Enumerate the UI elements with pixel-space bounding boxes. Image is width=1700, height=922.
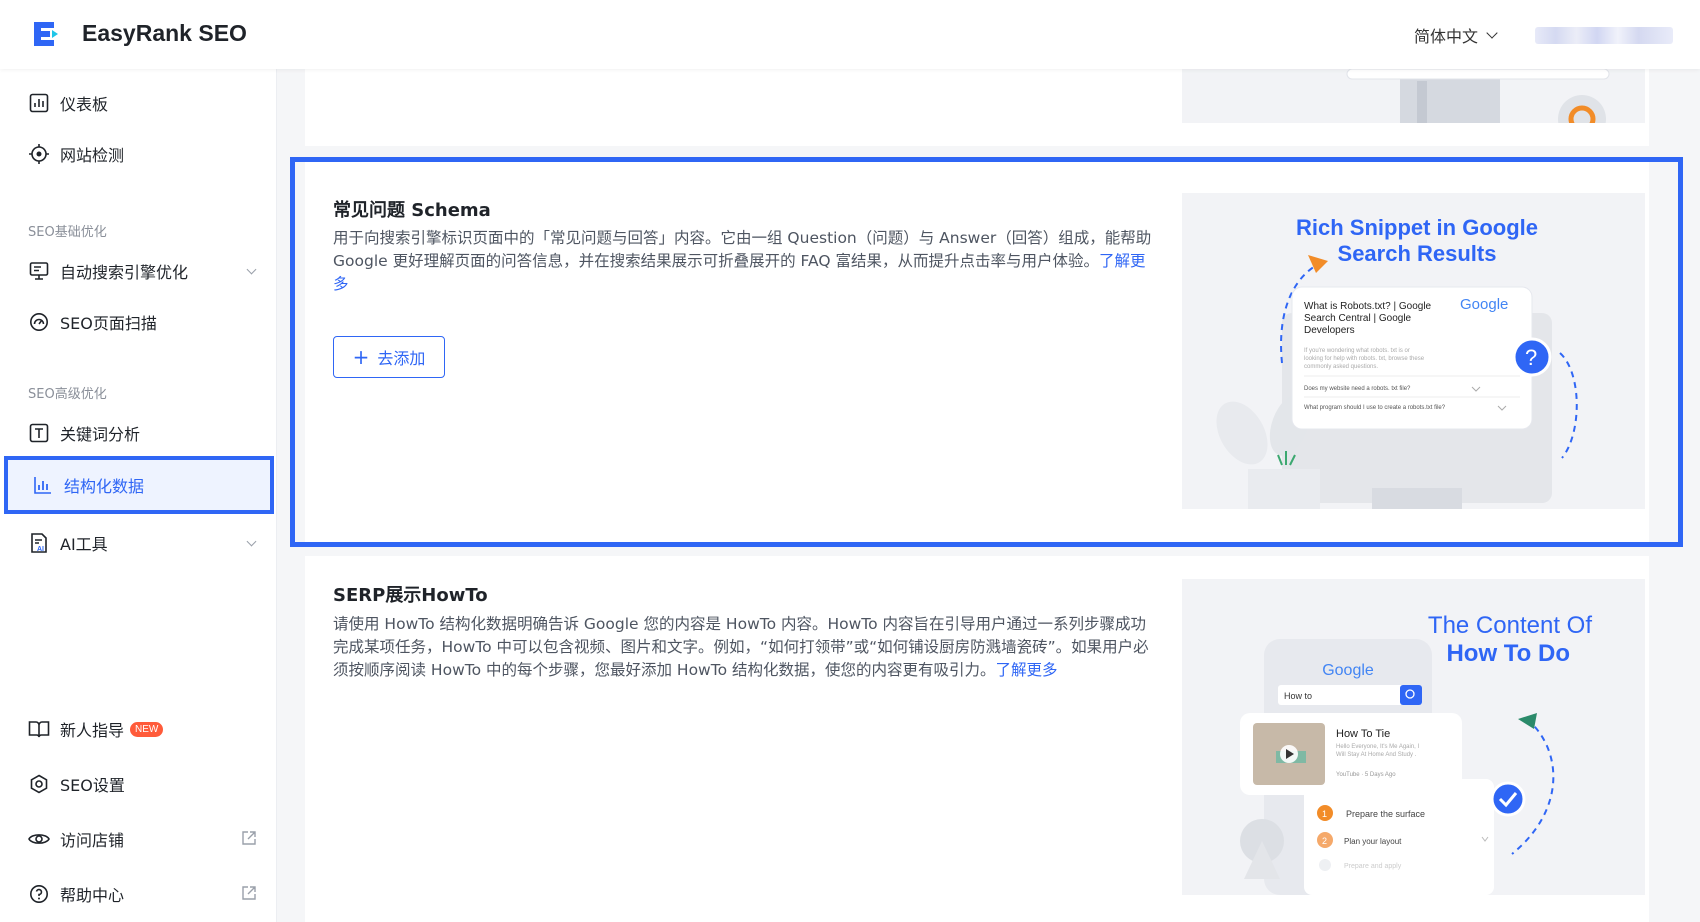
eye-icon	[28, 828, 50, 850]
language-label: 简体中文	[1414, 27, 1479, 46]
step-3: Prepare and apply	[1344, 863, 1402, 870]
previous-card-illustration	[1182, 69, 1645, 123]
card-title: SERP展示HowTo	[333, 585, 488, 606]
sidebar-item-label: AI工具	[60, 535, 108, 554]
howto-rich-result-illustration: Google How to 1 Prepare the surface 2 Pl…	[1240, 612, 1592, 895]
sidebar-item-label: 仪表板	[60, 95, 109, 114]
sidebar-item-site-check[interactable]: 网站检测	[0, 129, 277, 179]
card-description: 用于向搜索引擎标识页面中的「常见问题与回答」内容。它由一组 Question（问…	[333, 227, 1153, 296]
sidebar-item-help-center[interactable]: 帮助中心	[0, 869, 277, 919]
video-meta: YouTube · 5 Days Ago	[1336, 772, 1396, 778]
card-title: 常见问题 Schema	[333, 200, 491, 221]
sidebar-item-label: SEO页面扫描	[60, 314, 157, 333]
video-title: How To Tie	[1336, 728, 1390, 740]
add-button[interactable]: + 去添加	[333, 336, 445, 378]
text-box-icon	[28, 422, 50, 444]
sidebar-item-auto-seo[interactable]: 自动搜索引擎优化	[0, 246, 277, 296]
phone-search-text: How to	[1284, 691, 1312, 701]
sidebar-item-label: 网站检测	[60, 146, 125, 165]
sidebar-item-label: 访问店铺	[60, 831, 125, 850]
description-text: 用于向搜索引擎标识页面中的「常见问题与回答」内容。它由一组 Question（问…	[333, 229, 1152, 270]
svg-text:1: 1	[1322, 809, 1327, 819]
ai-doc-icon: AI	[28, 532, 50, 554]
chevron-down-icon	[246, 264, 257, 275]
user-account-blurred[interactable]	[1535, 27, 1673, 44]
howto-illustration: Google How to 1 Prepare the surface 2 Pl…	[1182, 579, 1645, 895]
chevron-down-icon	[246, 536, 257, 547]
svg-text:?: ?	[1525, 345, 1537, 370]
sidebar: 仪表板 网站检测 SEO基础优化 自动搜索引擎优化 SEO页面扫描 SEO高级优…	[0, 69, 277, 922]
book-icon	[28, 718, 50, 740]
settings-hex-icon	[28, 773, 50, 795]
sidebar-item-label: SEO设置	[60, 776, 125, 795]
google-logo-text: Google	[1322, 662, 1374, 679]
faq-rich-snippet-illustration: What is Robots.txt? | Google Search Cent…	[1216, 215, 1578, 509]
sidebar-item-structured-data[interactable]: 结构化数据	[4, 456, 274, 514]
svg-text:2: 2	[1322, 836, 1327, 846]
illustration-heading-2: How To Do	[1446, 640, 1570, 667]
step-1: Prepare the surface	[1346, 809, 1425, 819]
howto-schema-card: SERP展示HowTo 请使用 HowTo 结构化数据明确告诉 Google 您…	[305, 556, 1649, 922]
snippet-line-3: commonly asked questions.	[1304, 364, 1378, 370]
section-label-advanced: SEO高级优化	[28, 387, 107, 402]
sidebar-item-visit-store[interactable]: 访问店铺	[0, 814, 277, 864]
add-button-label: 去添加	[377, 349, 426, 368]
step-2: Plan your layout	[1344, 837, 1402, 846]
sidebar-item-label: 帮助中心	[60, 886, 125, 905]
video-desc-2: Will Stay At Home And Study .	[1336, 752, 1417, 758]
sidebar-item-seo-settings[interactable]: SEO设置	[0, 759, 277, 809]
chevron-down-icon	[1486, 27, 1498, 39]
external-link-icon	[242, 831, 256, 845]
result-title-1: What is Robots.txt? | Google	[1304, 301, 1432, 312]
previous-schema-card	[305, 69, 1649, 146]
sidebar-item-keyword-analysis[interactable]: 关键词分析	[0, 408, 277, 458]
top-header: EasyRank SEO 简体中文	[0, 0, 1700, 69]
new-badge: NEW	[130, 721, 164, 737]
help-icon	[28, 883, 50, 905]
svg-text:AI: AI	[37, 546, 44, 553]
sidebar-item-dashboard[interactable]: 仪表板	[0, 78, 277, 128]
video-desc-1: Hello Everyone, It's Me Again, I	[1336, 744, 1420, 750]
monitor-icon	[28, 260, 50, 282]
sidebar-item-onboarding[interactable]: 新人指导 NEW	[0, 704, 277, 754]
sidebar-item-label: 新人指导	[60, 721, 125, 740]
result-title-2: Search Central | Google	[1304, 313, 1412, 324]
plus-icon: +	[352, 345, 370, 369]
section-label-basic: SEO基础优化	[28, 225, 107, 240]
dashboard-icon	[28, 92, 50, 114]
easyrank-logo-icon[interactable]	[30, 18, 62, 50]
faq-illustration: What is Robots.txt? | Google Search Cent…	[1182, 193, 1645, 509]
faq-question-2: What program should I use to create a ro…	[1304, 405, 1446, 411]
learn-more-link[interactable]: 了解更多	[995, 661, 1057, 679]
sidebar-item-ai-tools[interactable]: AI AI工具	[0, 518, 277, 568]
sidebar-item-label: 结构化数据	[64, 477, 145, 496]
card-description: 请使用 HowTo 结构化数据明确告诉 Google 您的内容是 HowTo 内…	[333, 613, 1153, 682]
sidebar-item-page-scan[interactable]: SEO页面扫描	[0, 297, 277, 347]
gauge-icon	[28, 311, 50, 333]
language-selector[interactable]: 简体中文	[1414, 23, 1498, 47]
google-logo-text: Google	[1460, 296, 1508, 313]
external-link-icon	[242, 886, 256, 900]
faq-schema-card: 常见问题 Schema 用于向搜索引擎标识页面中的「常见问题与回答」内容。它由一…	[305, 160, 1649, 544]
illustration-heading-1: Rich Snippet in Google	[1296, 215, 1538, 240]
illustration-heading-2: Search Results	[1338, 241, 1497, 266]
brand-name: EasyRank SEO	[82, 20, 247, 46]
chart-icon	[32, 474, 54, 496]
snippet-line-1: If you're wondering what robots. txt is …	[1304, 348, 1410, 354]
sidebar-item-label: 自动搜索引擎优化	[60, 263, 189, 282]
faq-question-1: Does my website need a robots. txt file?	[1304, 386, 1411, 392]
sidebar-item-label: 关键词分析	[60, 425, 141, 444]
illustration-heading-1: The Content Of	[1428, 612, 1592, 639]
target-icon	[28, 143, 50, 165]
result-title-3: Developers	[1304, 325, 1355, 336]
snippet-line-2: looking for help with robots. txt, brows…	[1304, 356, 1425, 362]
